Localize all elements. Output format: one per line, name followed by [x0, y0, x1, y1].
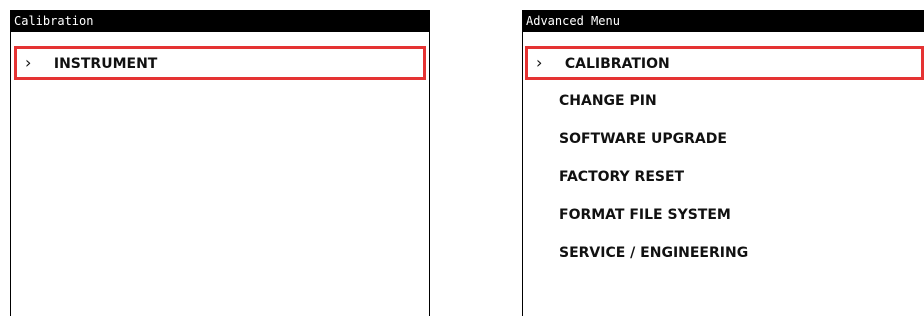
chevron-right-icon: ›	[536, 53, 543, 72]
menu-item-instrument[interactable]: › INSTRUMENT	[14, 46, 426, 80]
calibration-title-bar: Calibration	[11, 10, 429, 32]
menu-item-format-file-system[interactable]: FORMAT FILE SYSTEM	[523, 196, 924, 234]
menu-item-label: CALIBRATION	[564, 56, 670, 72]
advanced-menu-title-bar: Advanced Menu	[523, 10, 924, 32]
menu-item-factory-reset[interactable]: FACTORY RESET	[523, 158, 924, 196]
menu-item-label: INSTRUMENT	[53, 56, 158, 72]
menu-item-calibration[interactable]: › CALIBRATION	[525, 46, 924, 80]
menu-item-label: CHANGE PIN	[559, 93, 657, 109]
menu-item-label: SERVICE / ENGINEERING	[559, 245, 749, 261]
advanced-menu: › CALIBRATION CHANGE PIN SOFTWARE UPGRAD…	[523, 46, 924, 272]
menu-item-service-engineering[interactable]: SERVICE / ENGINEERING	[523, 234, 924, 272]
screen-title: Advanced Menu	[526, 14, 620, 28]
menu-item-label: FACTORY RESET	[559, 169, 685, 185]
menu-item-label: FORMAT FILE SYSTEM	[559, 207, 731, 223]
calibration-screen: Calibration › INSTRUMENT	[10, 10, 430, 316]
advanced-menu-screen: Advanced Menu › CALIBRATION CHANGE PIN S…	[522, 10, 924, 316]
menu-item-software-upgrade[interactable]: SOFTWARE UPGRADE	[523, 120, 924, 158]
screen-title: Calibration	[14, 14, 94, 28]
menu-item-label: SOFTWARE UPGRADE	[559, 131, 727, 147]
calibration-menu: › INSTRUMENT	[11, 46, 429, 80]
chevron-right-icon: ›	[25, 53, 32, 72]
menu-item-change-pin[interactable]: CHANGE PIN	[523, 82, 924, 120]
